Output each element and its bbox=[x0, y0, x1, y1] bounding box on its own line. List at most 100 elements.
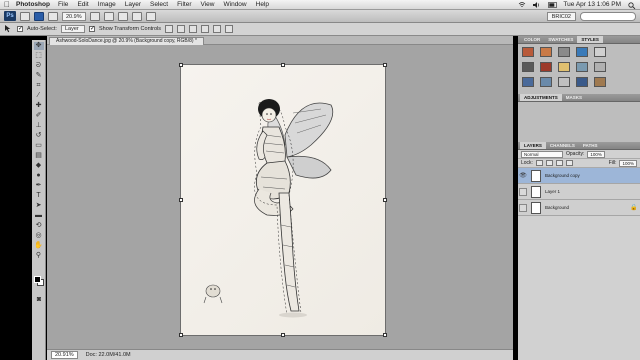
auto-select-checkbox[interactable] bbox=[17, 25, 23, 32]
volume-icon[interactable] bbox=[533, 1, 541, 8]
foreground-color-swatch[interactable] bbox=[34, 276, 41, 283]
lock-all-icon[interactable] bbox=[565, 160, 573, 166]
lock-transparency-icon[interactable] bbox=[535, 160, 543, 166]
document-tab[interactable]: Ashwood-SoloDance.jpg @ 20.9% (Backgroun… bbox=[49, 37, 204, 45]
style-swatch[interactable] bbox=[576, 62, 588, 72]
style-swatch[interactable] bbox=[594, 77, 606, 87]
layer-row[interactable]: 👁 Background copy bbox=[518, 168, 640, 184]
menubar-clock[interactable]: Tue Apr 13 1:06 PM bbox=[563, 1, 621, 8]
brush-tool-icon[interactable]: ✐ bbox=[34, 112, 44, 120]
pen-tool-icon[interactable]: ✒ bbox=[34, 182, 44, 190]
style-swatch[interactable] bbox=[558, 77, 570, 87]
tab-paths[interactable]: PATHS bbox=[579, 142, 602, 149]
opacity-field[interactable]: 100% bbox=[587, 150, 605, 158]
transform-handle-tc[interactable] bbox=[281, 63, 285, 67]
visibility-eye-icon[interactable]: 👁 bbox=[518, 172, 528, 179]
align-top-icon[interactable] bbox=[165, 25, 174, 33]
align-right-icon[interactable] bbox=[225, 25, 234, 33]
blend-mode-select[interactable]: Normal bbox=[521, 150, 563, 158]
lasso-tool-icon[interactable]: ᘐ bbox=[34, 62, 44, 70]
dodge-tool-icon[interactable]: ● bbox=[34, 172, 44, 180]
visibility-toggle-icon[interactable] bbox=[519, 203, 527, 212]
style-swatch[interactable] bbox=[540, 47, 552, 57]
crop-tool-icon[interactable]: ⌗ bbox=[34, 82, 44, 90]
transform-handle-mr[interactable] bbox=[383, 198, 387, 202]
transform-handle-br[interactable] bbox=[383, 333, 387, 337]
style-swatch[interactable] bbox=[594, 47, 606, 57]
search-input[interactable] bbox=[580, 11, 636, 21]
menu-image[interactable]: Image bbox=[98, 1, 116, 8]
quick-mask-icon[interactable]: ◙ bbox=[34, 296, 44, 304]
transform-handle-bc[interactable] bbox=[281, 333, 285, 337]
menu-view[interactable]: View bbox=[201, 1, 215, 8]
lock-pixels-icon[interactable] bbox=[545, 160, 553, 166]
rotate-view-icon[interactable] bbox=[117, 11, 128, 21]
layer-row[interactable]: Layer 1 bbox=[518, 184, 640, 200]
view-extras-icon[interactable] bbox=[48, 11, 58, 21]
move-tool-icon[interactable] bbox=[4, 24, 13, 35]
visibility-toggle-icon[interactable] bbox=[519, 187, 527, 196]
layer-name[interactable]: Background copy bbox=[545, 173, 640, 178]
marquee-tool-icon[interactable]: ⬚ bbox=[34, 52, 44, 60]
layer-name[interactable]: Layer 1 bbox=[545, 189, 640, 194]
tab-masks[interactable]: MASKS bbox=[562, 94, 586, 101]
style-swatch[interactable] bbox=[576, 77, 588, 87]
layer-name[interactable]: Background bbox=[545, 205, 630, 210]
style-swatch[interactable] bbox=[522, 77, 534, 87]
transform-handle-tl[interactable] bbox=[179, 63, 183, 67]
align-middle-icon[interactable] bbox=[177, 25, 186, 33]
tab-adjustments[interactable]: ADJUSTMENTS bbox=[520, 94, 562, 101]
show-transform-checkbox[interactable] bbox=[88, 25, 95, 32]
lock-position-icon[interactable] bbox=[555, 160, 563, 166]
document-image[interactable] bbox=[179, 63, 387, 337]
menu-select[interactable]: Select bbox=[150, 1, 168, 8]
menu-window[interactable]: Window bbox=[224, 1, 247, 8]
style-swatch[interactable] bbox=[522, 62, 534, 72]
battery-icon[interactable] bbox=[548, 1, 558, 8]
style-swatch[interactable] bbox=[594, 62, 606, 72]
style-swatch[interactable] bbox=[558, 47, 570, 57]
style-swatch[interactable] bbox=[558, 62, 570, 72]
arrange-documents-icon[interactable] bbox=[131, 11, 142, 21]
transform-handle-ml[interactable] bbox=[179, 198, 183, 202]
fill-field[interactable]: 100% bbox=[619, 159, 637, 167]
tab-color[interactable]: COLOR bbox=[520, 36, 544, 43]
zoom-field[interactable]: 20.91% bbox=[51, 351, 78, 359]
healing-brush-tool-icon[interactable]: ✚ bbox=[34, 102, 44, 110]
style-swatch[interactable] bbox=[540, 77, 552, 87]
auto-select-dropdown[interactable]: Layer bbox=[60, 25, 85, 33]
spotlight-icon[interactable] bbox=[628, 1, 636, 9]
zoom-tool-icon[interactable]: ⚲ bbox=[34, 252, 44, 260]
menu-file[interactable]: File bbox=[58, 1, 68, 8]
tab-swatches[interactable]: SWATCHES bbox=[544, 36, 577, 43]
mini-bridge-icon[interactable] bbox=[34, 11, 44, 21]
menu-filter[interactable]: Filter bbox=[177, 1, 191, 8]
gradient-tool-icon[interactable]: ▤ bbox=[34, 152, 44, 160]
eyedropper-tool-icon[interactable]: ⁄ bbox=[34, 92, 44, 100]
3d-rotate-tool-icon[interactable]: ⟲ bbox=[34, 222, 44, 230]
move-tool-icon[interactable]: ✥ bbox=[33, 42, 44, 50]
align-left-icon[interactable] bbox=[201, 25, 210, 33]
menu-edit[interactable]: Edit bbox=[77, 1, 88, 8]
eraser-tool-icon[interactable]: ▭ bbox=[34, 142, 44, 150]
transform-handle-bl[interactable] bbox=[179, 333, 183, 337]
shape-tool-icon[interactable]: ▬ bbox=[34, 212, 44, 220]
blur-tool-icon[interactable]: ◆ bbox=[34, 162, 44, 170]
transform-handle-tr[interactable] bbox=[383, 63, 387, 67]
canvas-area[interactable] bbox=[47, 45, 513, 349]
type-tool-icon[interactable]: T bbox=[34, 192, 44, 200]
style-swatch[interactable] bbox=[522, 47, 534, 57]
bridge-icon[interactable] bbox=[20, 11, 30, 21]
menu-help[interactable]: Help bbox=[256, 1, 269, 8]
app-menu[interactable]: Photoshop bbox=[16, 1, 50, 8]
tab-layers[interactable]: LAYERS bbox=[520, 142, 546, 149]
workspace-switcher[interactable]: BRIC02 bbox=[546, 11, 576, 21]
style-swatch[interactable] bbox=[576, 47, 588, 57]
screen-mode-icon[interactable] bbox=[145, 11, 156, 21]
tab-channels[interactable]: CHANNELS bbox=[546, 142, 579, 149]
apple-menu-icon[interactable]:  bbox=[4, 0, 16, 9]
style-swatch[interactable] bbox=[540, 62, 552, 72]
wifi-icon[interactable] bbox=[518, 1, 526, 8]
menu-layer[interactable]: Layer bbox=[125, 1, 141, 8]
layer-row[interactable]: Background 🔒 bbox=[518, 200, 640, 216]
